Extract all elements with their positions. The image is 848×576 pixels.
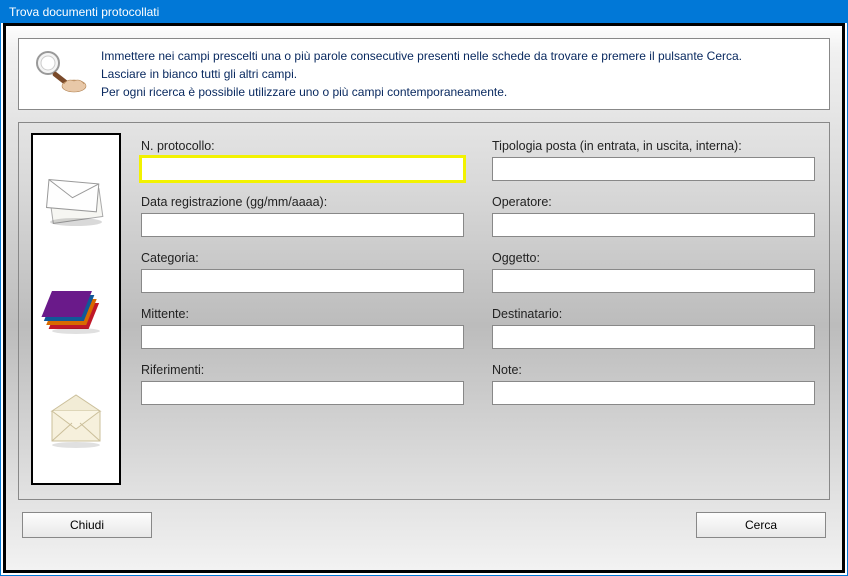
- input-mittente[interactable]: [141, 325, 464, 349]
- input-tipologia-posta[interactable]: [492, 157, 815, 181]
- input-categoria[interactable]: [141, 269, 464, 293]
- close-button[interactable]: Chiudi: [22, 512, 152, 538]
- help-line-3: Per ogni ricerca è possibile utilizzare …: [101, 83, 742, 101]
- label-destinatario: Destinatario:: [492, 307, 815, 321]
- input-oggetto[interactable]: [492, 269, 815, 293]
- label-oggetto: Oggetto:: [492, 251, 815, 265]
- field-data-registrazione: Data registrazione (gg/mm/aaaa):: [141, 195, 464, 237]
- field-riferimenti: Riferimenti:: [141, 363, 464, 405]
- field-n-protocollo: N. protocollo:: [141, 139, 464, 181]
- help-text: Immettere nei campi prescelti una o più …: [101, 47, 742, 101]
- open-envelope-icon: [38, 382, 114, 458]
- envelopes-stack-icon: [38, 160, 114, 236]
- button-row: Chiudi Cerca: [18, 512, 830, 538]
- label-n-protocollo: N. protocollo:: [141, 139, 464, 153]
- field-destinatario: Destinatario:: [492, 307, 815, 349]
- search-form-panel: N. protocollo: Tipologia posta (in entra…: [18, 122, 830, 500]
- label-mittente: Mittente:: [141, 307, 464, 321]
- field-tipologia-posta: Tipologia posta (in entrata, in uscita, …: [492, 139, 815, 181]
- label-tipologia-posta: Tipologia posta (in entrata, in uscita, …: [492, 139, 815, 153]
- input-n-protocollo[interactable]: [141, 157, 464, 181]
- form-grid: N. protocollo: Tipologia posta (in entra…: [141, 133, 815, 485]
- input-riferimenti[interactable]: [141, 381, 464, 405]
- help-panel: Immettere nei campi prescelti una o più …: [18, 38, 830, 110]
- input-destinatario[interactable]: [492, 325, 815, 349]
- window-title: Trova documenti protocollati: [9, 5, 159, 19]
- field-note: Note:: [492, 363, 815, 405]
- input-data-registrazione[interactable]: [141, 213, 464, 237]
- search-button[interactable]: Cerca: [696, 512, 826, 538]
- field-mittente: Mittente:: [141, 307, 464, 349]
- input-operatore[interactable]: [492, 213, 815, 237]
- field-oggetto: Oggetto:: [492, 251, 815, 293]
- input-note[interactable]: [492, 381, 815, 405]
- field-operatore: Operatore:: [492, 195, 815, 237]
- label-operatore: Operatore:: [492, 195, 815, 209]
- search-dialog: Trova documenti protocollati Immettere n…: [0, 0, 848, 576]
- titlebar[interactable]: Trova documenti protocollati: [1, 1, 847, 23]
- field-categoria: Categoria:: [141, 251, 464, 293]
- help-line-1: Immettere nei campi prescelti una o più …: [101, 47, 742, 65]
- help-line-2: Lasciare in bianco tutti gli altri campi…: [101, 65, 742, 83]
- icon-column: [31, 133, 121, 485]
- label-riferimenti: Riferimenti:: [141, 363, 464, 377]
- magnifier-icon: [29, 47, 89, 95]
- label-data-registrazione: Data registrazione (gg/mm/aaaa):: [141, 195, 464, 209]
- label-categoria: Categoria:: [141, 251, 464, 265]
- label-note: Note:: [492, 363, 815, 377]
- window-body: Immettere nei campi prescelti una o più …: [3, 23, 845, 573]
- folders-icon: [38, 271, 114, 347]
